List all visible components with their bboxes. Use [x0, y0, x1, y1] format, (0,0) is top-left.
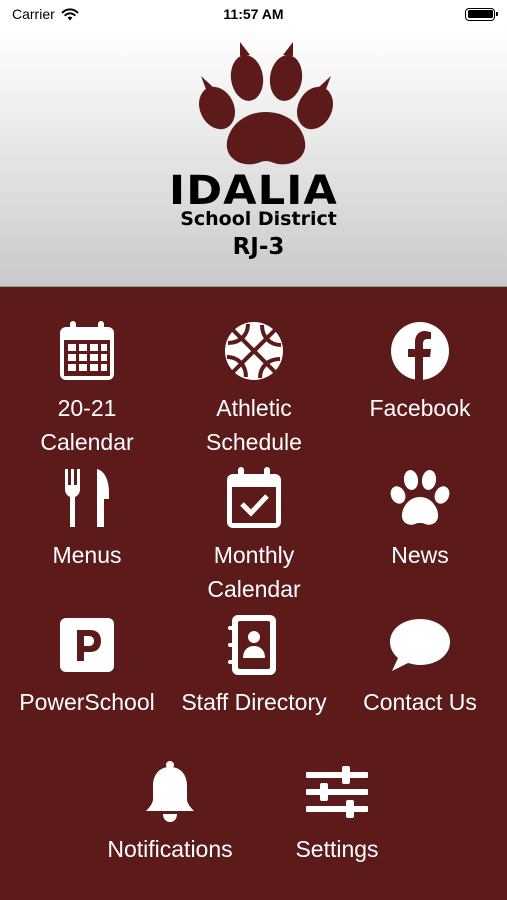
tile-label-contact: Contact Us	[363, 689, 477, 715]
menu-grid: 20-21 Calendar Athletic Schedule Faceboo…	[0, 287, 507, 900]
tile-menus[interactable]: Menus	[3, 466, 171, 572]
status-bar: Carrier 11:57 AM	[0, 0, 507, 28]
facebook-icon	[388, 319, 452, 383]
tile-staff-directory[interactable]: Staff Directory	[170, 613, 338, 719]
tile-monthly-calendar[interactable]: Monthly Calendar	[170, 466, 338, 606]
header: IDALIA School District RJ-3	[0, 28, 507, 287]
tile-label-staff: Staff Directory	[181, 689, 327, 715]
tile-athletic-schedule[interactable]: Athletic Schedule	[170, 319, 338, 459]
sliders-icon	[305, 760, 369, 824]
tile-notifications[interactable]: Notifications	[86, 760, 254, 866]
contact-book-icon	[222, 613, 286, 677]
tile-label-menus: Menus	[52, 542, 122, 568]
district-subtitle: School District	[180, 208, 337, 230]
tile-powerschool[interactable]: PowerSchool	[3, 613, 171, 719]
tile-settings[interactable]: Settings	[253, 760, 421, 866]
district-code: RJ-3	[232, 234, 285, 260]
tile-contact-us[interactable]: Contact Us	[336, 613, 504, 719]
calendar-check-icon	[222, 466, 286, 530]
carrier-label: Carrier	[12, 6, 55, 22]
tile-news[interactable]: News	[336, 466, 504, 572]
wifi-icon	[61, 7, 79, 20]
tile-label-news: News	[391, 542, 449, 568]
basketball-icon	[222, 319, 286, 383]
paw-icon	[388, 466, 452, 530]
battery-icon	[465, 7, 498, 21]
fork-knife-icon	[55, 466, 119, 530]
tile-label-athletic: Athletic Schedule	[206, 395, 302, 455]
bell-icon	[138, 760, 202, 824]
tile-label-notifications: Notifications	[107, 836, 233, 862]
powerschool-icon	[55, 613, 119, 677]
calendar-grid-icon	[55, 319, 119, 383]
tile-label-calendar: 20-21 Calendar	[40, 395, 134, 455]
tile-label-monthly: Monthly Calendar	[207, 542, 301, 602]
tile-label-powerschool: PowerSchool	[19, 689, 155, 715]
tile-label-settings: Settings	[295, 836, 379, 862]
status-left: Carrier	[12, 6, 79, 22]
tile-calendar[interactable]: 20-21 Calendar	[3, 319, 171, 459]
tile-label-facebook: Facebook	[369, 395, 471, 421]
chat-bubble-icon	[388, 613, 452, 677]
tile-facebook[interactable]: Facebook	[336, 319, 504, 425]
